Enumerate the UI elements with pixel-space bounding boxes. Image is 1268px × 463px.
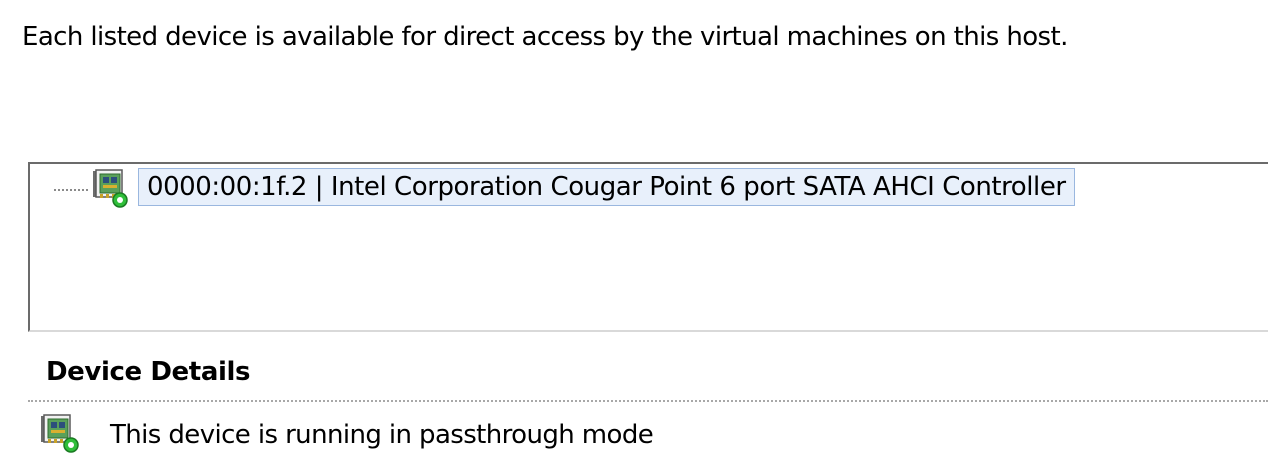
page-description: Each listed device is available for dire… [22,22,1068,52]
device-tree-item[interactable]: 0000:00:1f.2 | Intel Corporation Cougar … [30,164,1268,208]
details-separator [28,400,1268,402]
tree-connector-line [54,189,88,191]
pci-device-passthrough-icon [93,169,128,208]
device-status-text: This device is running in passthrough mo… [110,420,654,450]
device-details-heading: Device Details [46,357,251,387]
pci-device-passthrough-icon [41,414,79,453]
device-node-label[interactable]: 0000:00:1f.2 | Intel Corporation Cougar … [138,168,1075,206]
device-tree[interactable]: 0000:00:1f.2 | Intel Corporation Cougar … [28,162,1268,332]
